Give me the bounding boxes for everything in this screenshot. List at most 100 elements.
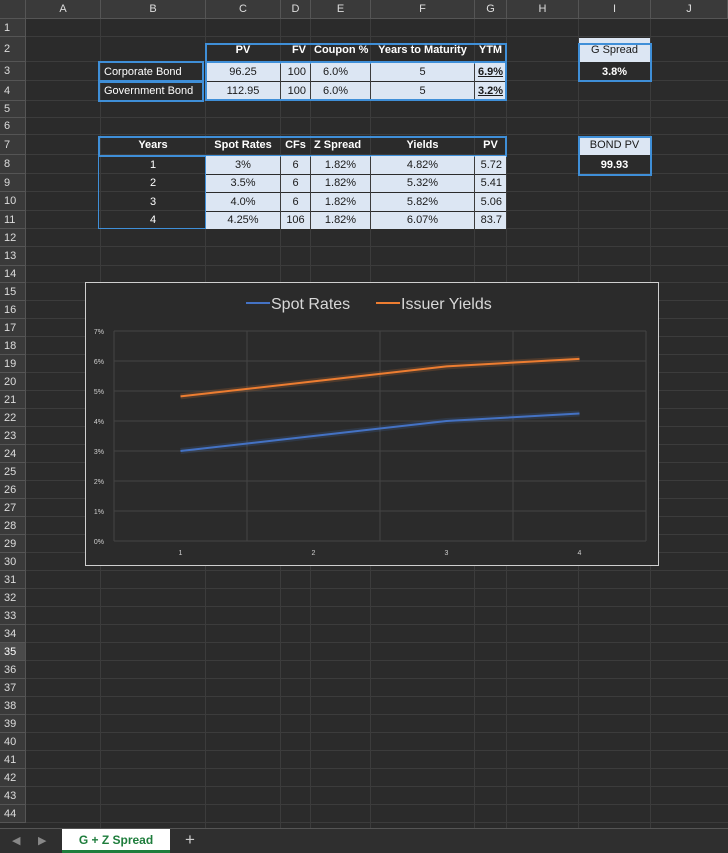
spot-cfs-cell[interactable]: 106 [281,212,310,229]
row-header-43[interactable]: 43 [0,787,26,805]
row-header-34[interactable]: 34 [0,625,26,643]
bond-ytm-cell[interactable]: 3.2% [475,82,506,101]
row-header-40[interactable]: 40 [0,733,26,751]
spot-rate-cell[interactable]: 3% [206,156,280,174]
bond-header-years[interactable]: Years to Maturity [371,38,474,62]
spot-yield-cell[interactable]: 6.07% [371,212,474,229]
row-header-42[interactable]: 42 [0,769,26,787]
row-header-16[interactable]: 16 [0,301,26,319]
bond-header-pv[interactable]: PV [206,38,280,62]
spot-yield-cell[interactable]: 4.82% [371,156,474,174]
bond-pv-label[interactable]: BOND PV [579,136,650,155]
column-header-i[interactable]: I [579,0,651,19]
row-header-30[interactable]: 30 [0,553,26,571]
spot-header-yields[interactable]: Yields [371,136,474,155]
row-header-1[interactable]: 1 [0,19,26,37]
bond-coupon-cell[interactable]: 6.0% [311,63,370,81]
spot-zspread-cell[interactable]: 1.82% [311,212,370,229]
sheet-tab-g-z-spread[interactable]: G + Z Spread [62,829,170,853]
bond-header-coupon[interactable]: Coupon % [311,38,370,62]
spot-years-cell[interactable]: 2 [101,175,205,192]
bond-pv-cell[interactable]: 96.25 [206,63,280,81]
spot-years-cell[interactable]: 4 [101,212,205,229]
spot-pv-cell[interactable]: 5.06 [475,193,506,211]
spot-header-years[interactable]: Years [101,136,205,155]
row-header-20[interactable]: 20 [0,373,26,391]
spot-zspread-cell[interactable]: 1.82% [311,175,370,192]
row-header-5[interactable]: 5 [0,101,26,118]
row-header-31[interactable]: 31 [0,571,26,589]
spot-header-spot[interactable]: Spot Rates [206,136,280,155]
spot-pv-cell[interactable]: 5.72 [475,156,506,174]
row-header-24[interactable]: 24 [0,445,26,463]
bond-ytm-cell[interactable]: 6.9% [475,63,506,81]
bond-pv-cell[interactable]: 112.95 [206,82,280,101]
row-header-25[interactable]: 25 [0,463,26,481]
g-spread-label[interactable]: G Spread [579,38,650,62]
row-header-18[interactable]: 18 [0,337,26,355]
prev-sheet-icon[interactable]: ◀ [12,834,20,847]
spot-pv-cell[interactable]: 83.7 [475,212,506,229]
row-header-38[interactable]: 38 [0,697,26,715]
spot-rate-cell[interactable]: 3.5% [206,175,280,192]
row-header-14[interactable]: 14 [0,266,26,283]
bond-name-cell[interactable]: Government Bond [101,82,205,101]
spot-pv-cell[interactable]: 5.41 [475,175,506,192]
row-header-35[interactable]: 35 [0,643,26,661]
bond-name-cell[interactable]: Corporate Bond [101,63,205,81]
bond-fv-cell[interactable]: 100 [281,82,310,101]
bond-years-cell[interactable]: 5 [371,82,474,101]
add-sheet-button[interactable]: + [185,830,195,850]
row-header-26[interactable]: 26 [0,481,26,499]
spot-cfs-cell[interactable]: 6 [281,175,310,192]
bond-header-ytm[interactable]: YTM [475,38,506,62]
row-header-2[interactable]: 2 [0,37,26,62]
row-header-33[interactable]: 33 [0,607,26,625]
row-header-27[interactable]: 27 [0,499,26,517]
spot-rate-cell[interactable]: 4.0% [206,193,280,211]
spot-header-zspread[interactable]: Z Spread [311,136,370,155]
row-header-22[interactable]: 22 [0,409,26,427]
row-header-6[interactable]: 6 [0,118,26,135]
row-header-32[interactable]: 32 [0,589,26,607]
spot-header-pv[interactable]: PV [475,136,506,155]
column-header-f[interactable]: F [371,0,475,19]
spot-years-cell[interactable]: 3 [101,193,205,211]
spot-header-cfs[interactable]: CFs [281,136,310,155]
spot-rate-cell[interactable]: 4.25% [206,212,280,229]
column-header-g[interactable]: G [475,0,507,19]
row-header-13[interactable]: 13 [0,247,26,266]
row-header-44[interactable]: 44 [0,805,26,823]
spot-zspread-cell[interactable]: 1.82% [311,156,370,174]
row-header-4[interactable]: 4 [0,81,26,101]
row-header-41[interactable]: 41 [0,751,26,769]
row-header-23[interactable]: 23 [0,427,26,445]
g-spread-value[interactable]: 3.8% [579,63,650,81]
row-header-12[interactable]: 12 [0,229,26,247]
row-header-17[interactable]: 17 [0,319,26,337]
row-header-28[interactable]: 28 [0,517,26,535]
bond-pv-value[interactable]: 99.93 [579,156,650,174]
spot-yield-cell[interactable]: 5.32% [371,175,474,192]
column-header-b[interactable]: B [101,0,206,19]
spot-cfs-cell[interactable]: 6 [281,193,310,211]
column-header-d[interactable]: D [281,0,311,19]
spot-zspread-cell[interactable]: 1.82% [311,193,370,211]
row-header-39[interactable]: 39 [0,715,26,733]
row-header-11[interactable]: 11 [0,211,26,229]
row-header-7[interactable]: 7 [0,135,26,155]
next-sheet-icon[interactable]: ▶ [38,834,46,847]
row-header-9[interactable]: 9 [0,174,26,192]
spot-years-cell[interactable]: 1 [101,156,205,174]
select-all-corner[interactable] [0,0,26,19]
row-header-10[interactable]: 10 [0,192,26,211]
column-header-c[interactable]: C [206,0,281,19]
column-header-a[interactable]: A [26,0,101,19]
bond-years-cell[interactable]: 5 [371,63,474,81]
row-header-29[interactable]: 29 [0,535,26,553]
bond-coupon-cell[interactable]: 6.0% [311,82,370,101]
spot-cfs-cell[interactable]: 6 [281,156,310,174]
row-header-3[interactable]: 3 [0,62,26,81]
bond-header-fv[interactable]: FV [281,38,310,62]
column-header-j[interactable]: J [651,0,728,19]
